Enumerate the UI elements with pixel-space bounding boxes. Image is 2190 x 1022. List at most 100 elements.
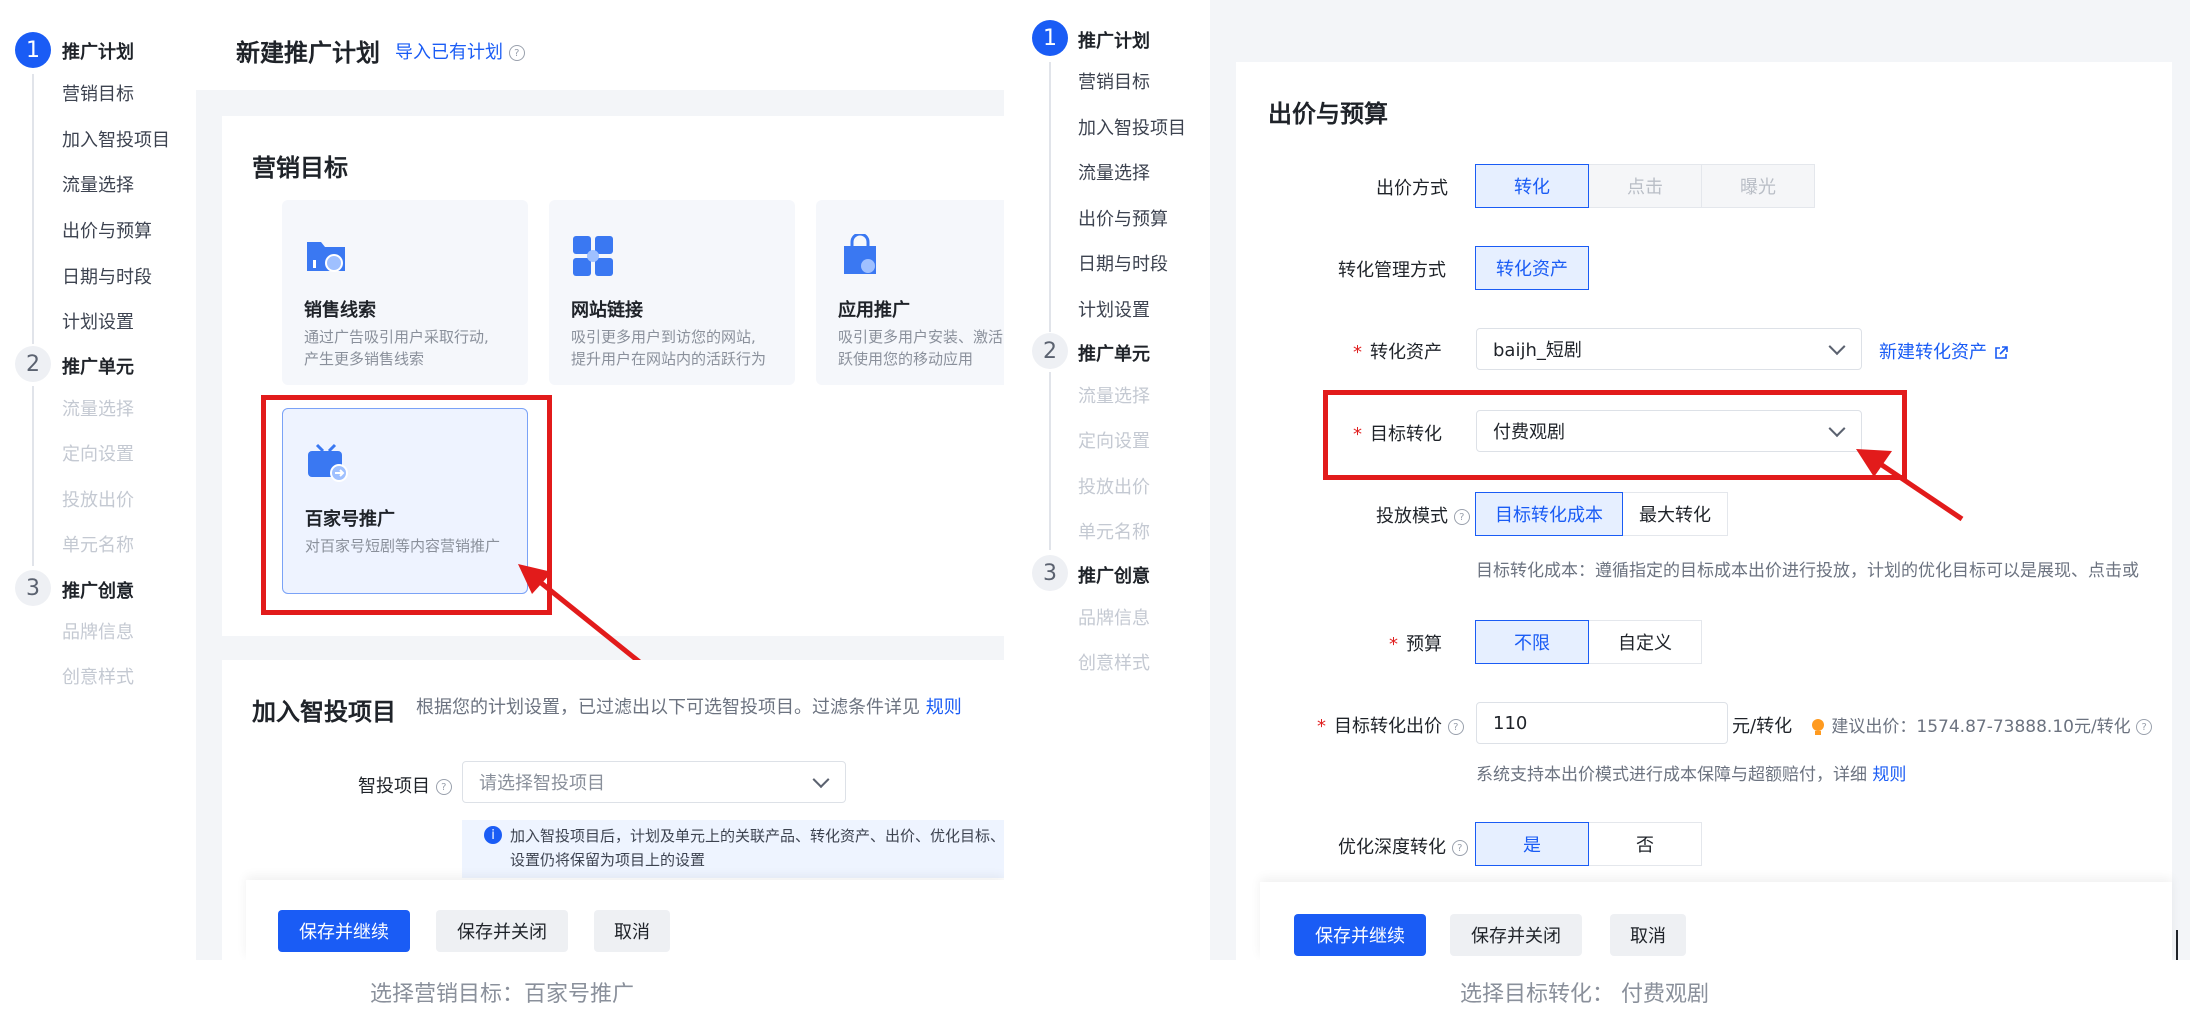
help-icon[interactable]: ?: [435, 779, 452, 795]
lightbulb-icon: [1812, 719, 1824, 735]
deep-opt-yes[interactable]: 是: [1475, 822, 1589, 866]
budget-label: * 预算: [1389, 634, 1442, 655]
save-close-button[interactable]: 保存并关闭: [436, 910, 568, 952]
bid-mode-impression[interactable]: 曝光: [1701, 164, 1815, 208]
new-conv-asset-link[interactable]: 新建转化资产: [1879, 338, 2009, 364]
deep-opt-label: 优化深度转化 ?: [1338, 833, 1468, 859]
nav-item-plan-settings[interactable]: 计划设置: [62, 308, 134, 334]
budget-unlimited[interactable]: 不限: [1475, 620, 1589, 664]
rule-link[interactable]: 规则: [1872, 765, 1906, 785]
section-title: 出价与预算: [1268, 100, 1388, 128]
goal-card-sales-leads[interactable]: 销售线索 通过广告吸引用户采取行动, 产生更多销售线索: [282, 200, 528, 385]
folder-icon: [307, 242, 345, 272]
delivery-mode-label: 投放模式 ?: [1376, 502, 1470, 528]
apps-grid-icon: [573, 236, 613, 276]
left-screenshot-panel: 1 推广计划 营销目标 加入智投项目 流量选择 出价与预算 日期与时段 计划设置…: [0, 0, 1004, 960]
nav-item-smart-project[interactable]: 加入智投项目: [62, 126, 170, 152]
nav-item-creative-style[interactable]: 创意样式: [62, 663, 134, 689]
goal-card-app[interactable]: 应用推广 吸引更多用户安装、激活 跃使用您的移动应用: [816, 200, 1004, 385]
goal-desc: 吸引更多用户到访您的网站, 提升用户在网站内的活跃行为: [571, 328, 767, 368]
nav-item-smart-project[interactable]: 加入智投项目: [1078, 114, 1186, 140]
smart-project-select[interactable]: 请选择智投项目: [462, 761, 846, 803]
goal-desc: 吸引更多用户安装、激活 跃使用您的移动应用: [838, 328, 1004, 368]
nav-item-bid-budget[interactable]: 出价与预算: [62, 217, 152, 243]
bid-mode-click[interactable]: 点击: [1588, 164, 1702, 208]
step-line: [1049, 372, 1051, 550]
nav-item-plan-settings[interactable]: 计划设置: [1078, 296, 1150, 322]
help-icon[interactable]: ?: [508, 45, 525, 61]
import-plan-label[interactable]: 导入已有计划: [395, 42, 503, 63]
nav-item-targeting[interactable]: 定向设置: [1078, 427, 1150, 453]
step-1-title[interactable]: 推广计划: [62, 38, 134, 64]
nav-item-marketing-goal[interactable]: 营销目标: [62, 80, 134, 106]
suggested-bid: 建议出价：1574.87-73888.10元/转化 ?: [1810, 712, 2153, 737]
help-icon[interactable]: ?: [1453, 509, 1470, 525]
target-bid-input[interactable]: 110: [1476, 702, 1728, 744]
nav-item-marketing-goal[interactable]: 营销目标: [1078, 68, 1150, 94]
right-caption: 选择目标转化： 付费观剧: [1460, 982, 1709, 1007]
step-2-title[interactable]: 推广单元: [62, 353, 134, 379]
deep-opt-segment: 是 否: [1475, 822, 1702, 866]
step-1-circle: 1: [15, 32, 51, 68]
goal-title: 网站链接: [571, 300, 643, 321]
smart-project-label: 智投项目 ?: [358, 772, 452, 798]
conv-asset-select[interactable]: baijh_短剧: [1476, 328, 1862, 370]
delivery-mode-max-conv[interactable]: 最大转化: [1622, 492, 1728, 536]
step-1-title[interactable]: 推广计划: [1078, 27, 1150, 53]
step-nav: 1 推广计划 营销目标 加入智投项目 流量选择 出价与预算 日期与时段 计划设置…: [0, 0, 196, 960]
info-banner: i 加入智投项目后，计划及单元上的关联产品、转化资产、出价、优化目标、 设置仍将保…: [462, 820, 1004, 878]
step-1-circle: 1: [1032, 20, 1068, 56]
help-icon[interactable]: ?: [1447, 719, 1464, 735]
conv-manage-segment: 转化资产: [1475, 246, 1589, 290]
conv-manage-label: 转化管理方式: [1338, 260, 1446, 281]
nav-item-bid-budget[interactable]: 出价与预算: [1078, 205, 1168, 231]
goal-title: 销售线索: [304, 300, 376, 321]
nav-item-brand[interactable]: 品牌信息: [62, 618, 134, 644]
step-nav: 1 推广计划 营销目标 加入智投项目 流量选择 出价与预算 日期与时段 计划设置…: [1004, 0, 1210, 960]
nav-item-traffic[interactable]: 流量选择: [1078, 159, 1150, 185]
goal-card-website[interactable]: 网站链接 吸引更多用户到访您的网站, 提升用户在网站内的活跃行为: [549, 200, 795, 385]
chevron-down-icon: [812, 771, 830, 789]
budget-custom[interactable]: 自定义: [1588, 620, 1702, 664]
save-continue-button[interactable]: 保存并继续: [278, 910, 410, 952]
nav-item-targeting[interactable]: 定向设置: [62, 440, 134, 466]
external-link-icon: [1994, 346, 2008, 359]
smart-project-desc: 根据您的计划设置，已过滤出以下可选智投项目。过滤条件详见 规则: [416, 697, 962, 718]
smart-project-title: 加入智投项目: [252, 698, 396, 726]
cancel-button[interactable]: 取消: [594, 910, 670, 952]
right-screenshot-panel: 1 推广计划 营销目标 加入智投项目 流量选择 出价与预算 日期与时段 计划设置…: [1004, 0, 2190, 960]
nav-item-bid[interactable]: 投放出价: [1078, 473, 1150, 499]
import-plan-link[interactable]: 导入已有计划 ?: [395, 38, 525, 64]
chevron-down-icon: [1828, 338, 1846, 356]
step-2-circle: 2: [1032, 333, 1068, 369]
step-line: [1049, 62, 1051, 332]
nav-item-creative-style[interactable]: 创意样式: [1078, 649, 1150, 675]
target-bid-unit: 元/转化: [1732, 716, 1793, 737]
nav-item-traffic[interactable]: 流量选择: [62, 395, 134, 421]
conv-manage-asset[interactable]: 转化资产: [1475, 246, 1589, 290]
bid-mode-conversion[interactable]: 转化: [1475, 164, 1589, 208]
delivery-mode-target-cost[interactable]: 目标转化成本: [1475, 492, 1623, 536]
step-3-circle: 3: [15, 570, 51, 606]
help-icon[interactable]: ?: [1451, 840, 1468, 856]
nav-item-unit-name[interactable]: 单元名称: [62, 531, 134, 557]
nav-item-date-time[interactable]: 日期与时段: [62, 263, 152, 289]
step-2-title[interactable]: 推广单元: [1078, 340, 1150, 366]
deep-opt-no[interactable]: 否: [1588, 822, 1702, 866]
nav-item-traffic[interactable]: 流量选择: [62, 171, 134, 197]
help-icon[interactable]: ?: [2136, 719, 2153, 735]
step-3-title[interactable]: 推广创意: [62, 577, 134, 603]
step-3-circle: 3: [1032, 555, 1068, 591]
info-icon: i: [484, 826, 502, 844]
cancel-button[interactable]: 取消: [1610, 914, 1686, 956]
nav-item-unit-name[interactable]: 单元名称: [1078, 518, 1150, 544]
nav-item-date-time[interactable]: 日期与时段: [1078, 250, 1168, 276]
save-close-button[interactable]: 保存并关闭: [1450, 914, 1582, 956]
save-continue-button[interactable]: 保存并继续: [1294, 914, 1426, 956]
nav-item-brand[interactable]: 品牌信息: [1078, 604, 1150, 630]
step-3-title[interactable]: 推广创意: [1078, 562, 1150, 588]
delivery-mode-segment: 目标转化成本 最大转化: [1475, 492, 1728, 536]
nav-item-traffic[interactable]: 流量选择: [1078, 382, 1150, 408]
nav-item-bid[interactable]: 投放出价: [62, 486, 134, 512]
rule-link[interactable]: 规则: [926, 697, 962, 718]
